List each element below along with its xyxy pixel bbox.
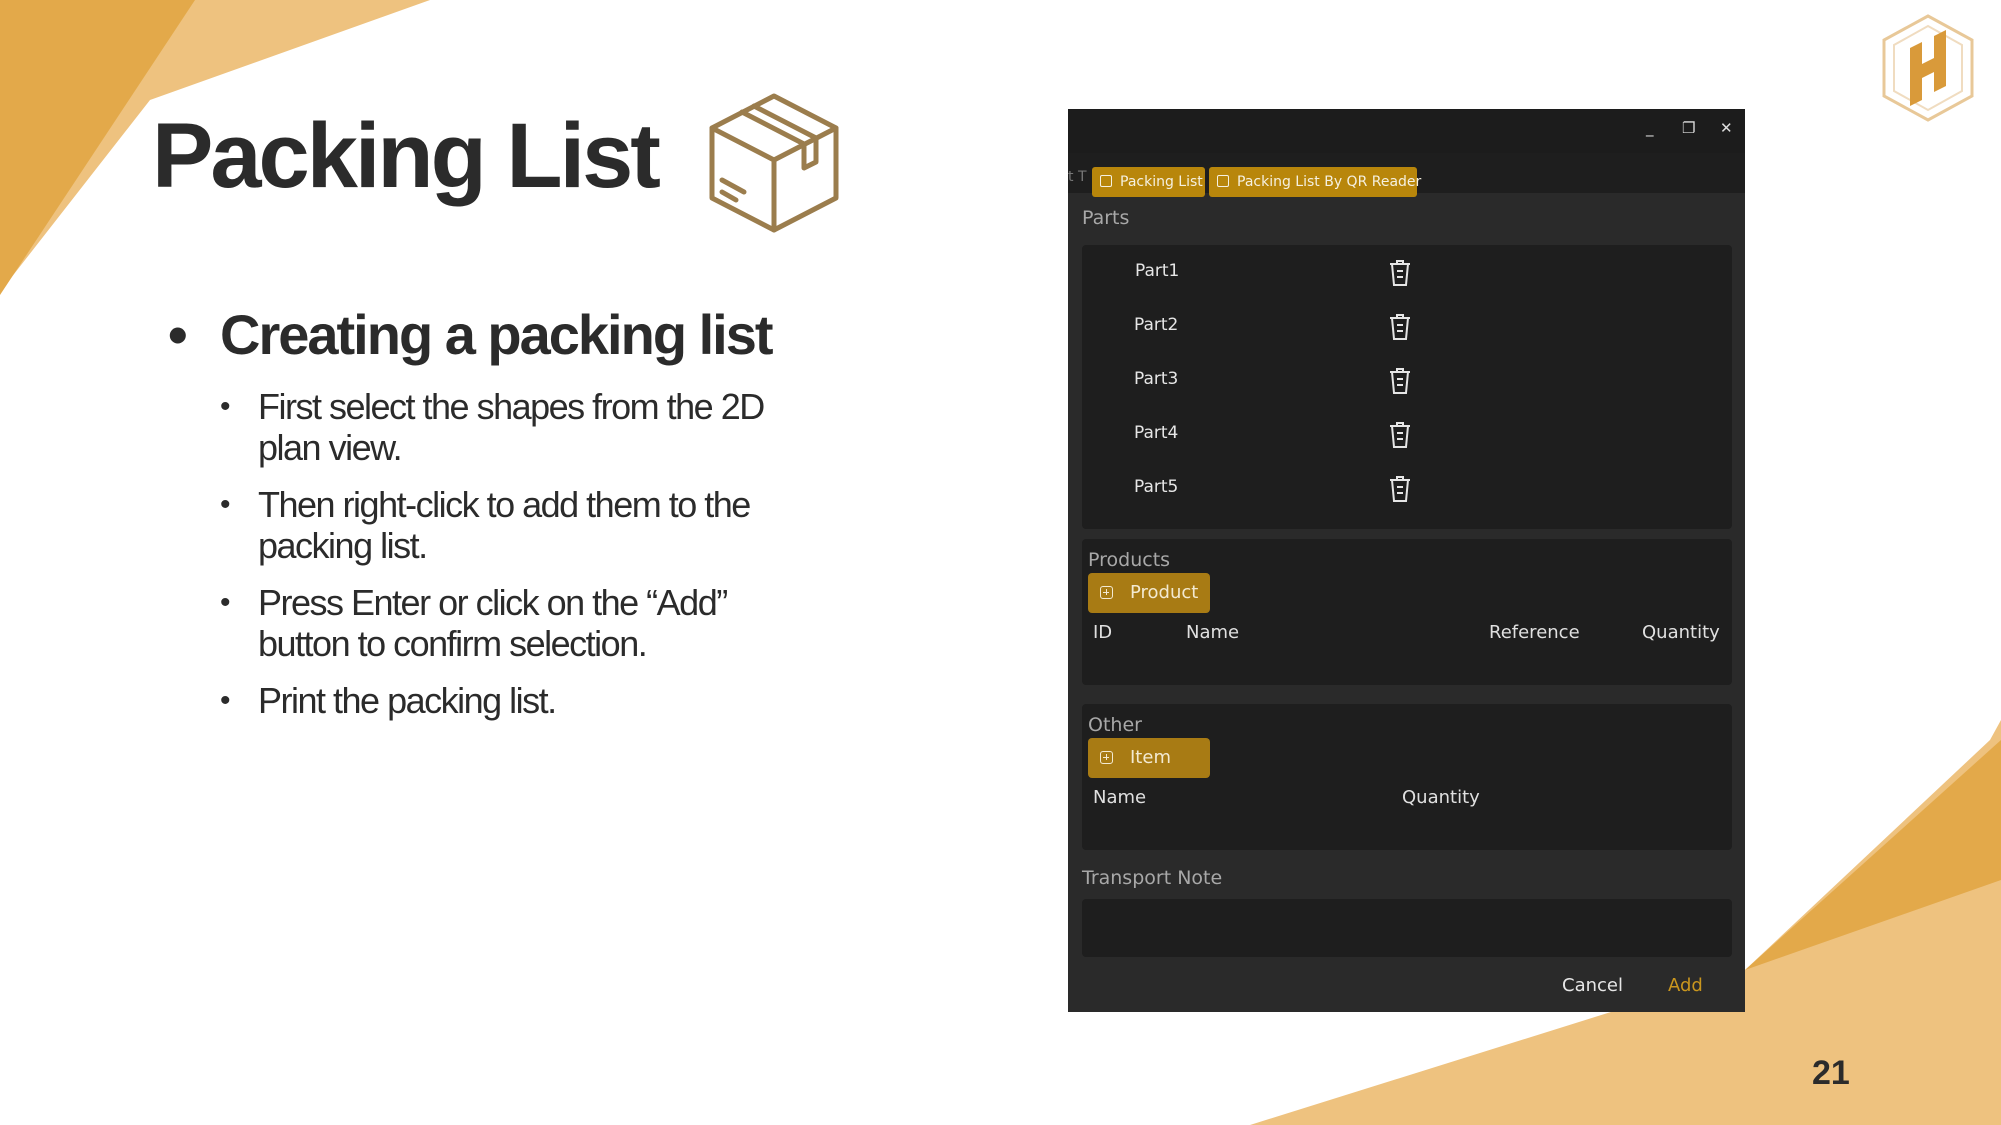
part-label: Part1 xyxy=(1135,261,1180,281)
add-icon xyxy=(1100,751,1113,764)
close-button[interactable]: ✕ xyxy=(1720,119,1733,137)
column-header-quantity: Quantity xyxy=(1642,622,1720,643)
column-header-name: Name xyxy=(1186,622,1240,643)
title-bar: _ ❐ ✕ xyxy=(1068,109,1745,153)
sub-bullet: Print the packing list. xyxy=(220,680,820,721)
tab-label: Packing List xyxy=(1120,174,1203,190)
restore-button[interactable]: ❐ xyxy=(1682,119,1695,137)
part-label: Part2 xyxy=(1134,315,1179,335)
list-item: Part1 xyxy=(1082,253,1732,293)
part-label: Part3 xyxy=(1134,369,1179,389)
main-bullet: • Creating a packing list xyxy=(168,302,773,367)
parts-label: Parts xyxy=(1082,207,1130,229)
list-item: Part2 xyxy=(1082,307,1732,347)
trash-icon[interactable] xyxy=(1388,259,1412,287)
packing-list-window: _ ❐ ✕ t T Packing List Packing List By Q… xyxy=(1068,109,1745,1012)
add-product-label: Product xyxy=(1130,582,1199,603)
logo-icon xyxy=(1882,14,1974,122)
box-icon xyxy=(709,93,839,233)
bullet-dot: • xyxy=(168,303,188,366)
sub-bullet: Press Enter or click on the “Add” button… xyxy=(220,582,820,664)
plus-icon xyxy=(1100,175,1112,187)
add-button[interactable]: Add xyxy=(1668,975,1703,996)
part-label: Part5 xyxy=(1134,477,1179,497)
parts-panel: Part1 Part2 Part3 Part4 Part5 xyxy=(1082,245,1732,529)
add-icon xyxy=(1100,586,1113,599)
column-header-name: Name xyxy=(1093,787,1147,808)
column-header-id: ID xyxy=(1093,622,1113,643)
add-product-button[interactable]: Product xyxy=(1088,573,1210,613)
column-header-quantity: Quantity xyxy=(1402,787,1480,808)
add-item-button[interactable]: Item xyxy=(1088,738,1210,778)
tab-strip: t T Packing List Packing List By QR Read… xyxy=(1068,153,1745,197)
slide-title: Packing List xyxy=(152,105,661,207)
transport-note-label: Transport Note xyxy=(1082,867,1223,889)
trash-icon[interactable] xyxy=(1388,421,1412,449)
list-item: Part4 xyxy=(1082,415,1732,455)
trash-icon[interactable] xyxy=(1388,313,1412,341)
sub-bullet-list: First select the shapes from the 2D plan… xyxy=(220,386,820,737)
sub-bullet: First select the shapes from the 2D plan… xyxy=(220,386,820,468)
list-item: Part3 xyxy=(1082,361,1732,401)
sub-bullet: Then right-click to add them to the pack… xyxy=(220,484,820,566)
trash-icon[interactable] xyxy=(1388,367,1412,395)
part-label: Part4 xyxy=(1134,423,1179,443)
page-number: 21 xyxy=(1812,1054,1850,1092)
other-label: Other xyxy=(1088,714,1142,736)
tab-packing-list-qr[interactable]: Packing List By QR Reader xyxy=(1209,167,1421,197)
other-panel: Other Item Name Quantity xyxy=(1082,704,1732,850)
minimize-button[interactable]: _ xyxy=(1646,119,1654,137)
tab-packing-list[interactable]: Packing List xyxy=(1092,167,1205,197)
trash-icon[interactable] xyxy=(1388,475,1412,503)
main-heading: Creating a packing list xyxy=(220,303,773,366)
plus-icon xyxy=(1217,175,1229,187)
products-label: Products xyxy=(1088,549,1171,571)
list-item: Part5 xyxy=(1082,469,1732,509)
products-panel: Products Product ID Name Reference Quant… xyxy=(1082,539,1732,685)
tab-fragment: t T xyxy=(1068,169,1087,185)
tab-label: Packing List By QR Reader xyxy=(1237,174,1422,190)
cancel-button[interactable]: Cancel xyxy=(1562,975,1623,996)
add-item-label: Item xyxy=(1130,747,1171,768)
column-header-reference: Reference xyxy=(1489,622,1580,643)
transport-note-field[interactable] xyxy=(1082,899,1732,957)
